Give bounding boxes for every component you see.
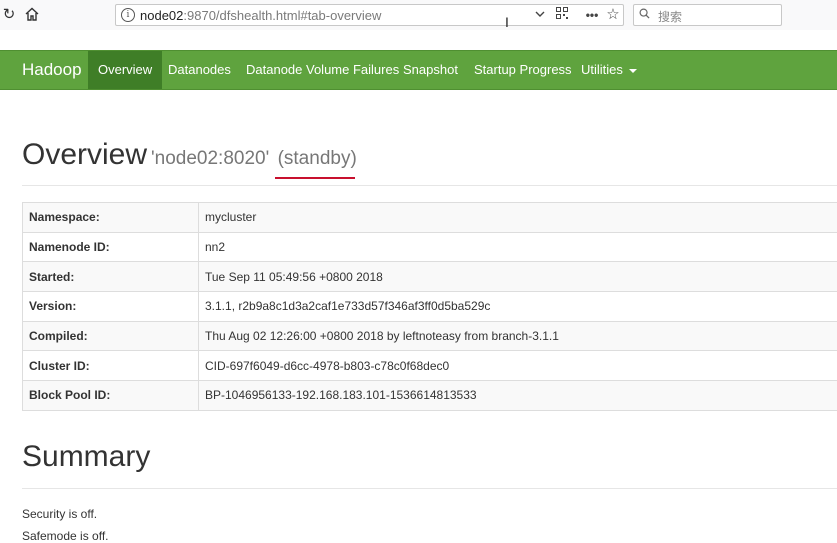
bookmark-star-icon[interactable]: ☆ xyxy=(605,7,621,23)
nav-snapshot[interactable]: Snapshot xyxy=(393,51,468,89)
namenode-address: 'node02:8020' xyxy=(151,148,269,169)
row-value: Thu Aug 02 12:26:00 +0800 2018 by leftno… xyxy=(199,321,837,351)
namenode-state: (standby) xyxy=(278,148,357,169)
brand-logo[interactable]: Hadoop xyxy=(22,51,82,89)
security-status: Security is off. xyxy=(22,507,97,521)
table-row: Version:3.1.1, r2b9a8c1d3a2caf1e733d57f3… xyxy=(23,292,837,322)
annotation-underline xyxy=(275,177,355,179)
row-key: Namenode ID: xyxy=(23,232,199,262)
reload-icon[interactable]: ↻ xyxy=(0,5,18,23)
row-key: Cluster ID: xyxy=(23,351,199,381)
nav-datanodes[interactable]: Datanodes xyxy=(158,51,241,89)
divider xyxy=(22,488,837,489)
table-row: Compiled:Thu Aug 02 12:26:00 +0800 2018 … xyxy=(23,321,837,351)
dropdown-arrow-icon[interactable] xyxy=(532,7,548,23)
overview-table: Namespace:mycluster Namenode ID:nn2 Star… xyxy=(22,202,837,411)
browser-toolbar: ↻ i node02:9870/dfshealth.html#tab-overv… xyxy=(0,0,837,30)
nav-startup-progress[interactable]: Startup Progress xyxy=(464,51,582,89)
qr-code-icon[interactable] xyxy=(554,7,570,23)
overview-title: Overview xyxy=(22,138,147,171)
row-key: Compiled: xyxy=(23,321,199,351)
row-value: Tue Sep 11 05:49:56 +0800 2018 xyxy=(199,262,837,292)
nav-utilities[interactable]: Utilities xyxy=(571,51,647,89)
table-row: Started:Tue Sep 11 05:49:56 +0800 2018 xyxy=(23,262,837,292)
row-value: 3.1.1, r2b9a8c1d3a2caf1e733d57f346af3ff0… xyxy=(199,292,837,322)
divider xyxy=(22,185,837,186)
row-key: Namespace: xyxy=(23,203,199,233)
home-icon[interactable] xyxy=(23,5,41,23)
row-value: BP-1046956133-192.168.183.101-1536614813… xyxy=(199,381,837,411)
site-info-icon[interactable]: i xyxy=(121,8,135,22)
row-value: mycluster xyxy=(199,203,837,233)
nav-utilities-label: Utilities xyxy=(581,62,623,77)
table-row: Block Pool ID:BP-1046956133-192.168.183.… xyxy=(23,381,837,411)
search-icon xyxy=(639,8,650,19)
search-input[interactable]: 搜索 xyxy=(633,4,782,26)
table-row: Cluster ID:CID-697f6049-d6cc-4978-b803-c… xyxy=(23,351,837,381)
nav-datanode-volume-failures[interactable]: Datanode Volume Failures xyxy=(236,51,409,89)
address-bar[interactable]: i node02:9870/dfshealth.html#tab-overvie… xyxy=(115,4,624,26)
url-text[interactable]: node02:9870/dfshealth.html#tab-overview xyxy=(140,8,381,23)
more-actions-icon[interactable]: ••• xyxy=(584,7,600,23)
caret-down-icon xyxy=(629,69,637,73)
hadoop-navbar: Hadoop Overview Datanodes Datanode Volum… xyxy=(0,50,837,90)
row-key: Block Pool ID: xyxy=(23,381,199,411)
row-value: nn2 xyxy=(199,232,837,262)
safemode-status: Safemode is off. xyxy=(22,529,109,543)
table-row: Namenode ID:nn2 xyxy=(23,232,837,262)
row-key: Version: xyxy=(23,292,199,322)
summary-title: Summary xyxy=(22,440,150,474)
table-row: Namespace:mycluster xyxy=(23,203,837,233)
row-key: Started: xyxy=(23,262,199,292)
page-title: Overview'node02:8020' (standby) xyxy=(22,138,357,172)
nav-overview[interactable]: Overview xyxy=(88,51,162,89)
search-placeholder: 搜索 xyxy=(658,8,682,25)
text-cursor-icon: I xyxy=(505,14,509,30)
row-value: CID-697f6049-d6cc-4978-b803-c78c0f68dec0 xyxy=(199,351,837,381)
